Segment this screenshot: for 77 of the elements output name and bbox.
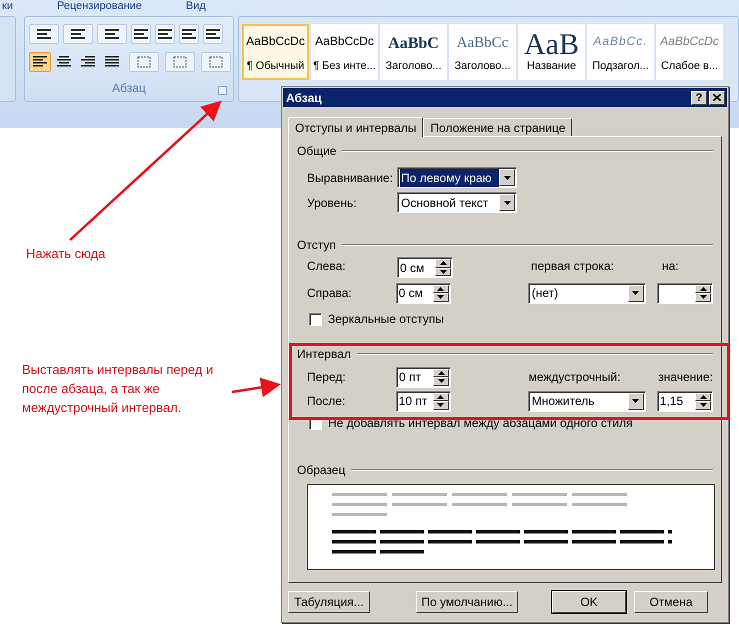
ribbon-tab[interactable]: Вид [186, 0, 206, 12]
field-label: значение: [658, 369, 713, 386]
field-label: первая строка: [531, 258, 615, 275]
style-item[interactable]: AaBbCcDc ¶ Без инте... [311, 24, 378, 80]
field-label: После: [307, 393, 346, 410]
spin-arrows-icon [433, 368, 450, 386]
help-button[interactable]: ? [691, 90, 707, 104]
style-name: Подзагол... [592, 58, 649, 74]
style-preview: AaBbCcDc [660, 33, 719, 50]
dialog-button[interactable]: Отмена [634, 591, 708, 613]
style-name: Название [526, 59, 576, 74]
style-item[interactable]: AaBbCcDc Слабое в... [656, 24, 723, 80]
dropdown[interactable]: (нет) [528, 282, 646, 304]
spin-field[interactable]: 0 пт [396, 366, 452, 388]
style-name: Заголово... [454, 58, 511, 74]
annotation-text: Нажать сюда [26, 245, 106, 263]
field-label: Перед: [307, 369, 347, 386]
dropdown[interactable]: Множитель [528, 390, 646, 412]
tab[interactable]: Положение на странице [423, 118, 572, 136]
close-button[interactable] [709, 90, 725, 104]
spin-arrows-icon [432, 284, 449, 302]
spin-field[interactable]: 0 см [396, 282, 451, 304]
spin-field[interactable] [656, 282, 714, 304]
align-left-button[interactable] [29, 52, 51, 72]
section-heading: Интервал [297, 346, 351, 363]
spin-arrows-icon [695, 392, 712, 410]
style-item[interactable]: AaBbCc. Подзагол... [587, 24, 654, 80]
style-name: ¶ Без инте... [313, 58, 376, 74]
section-heading: Отступ [297, 237, 336, 254]
spin-arrows-icon [695, 284, 712, 302]
dropdown[interactable]: Основной текст [397, 192, 517, 213]
spin-field[interactable]: 1,15 [656, 390, 714, 412]
style-preview: AaBbCc [456, 34, 508, 53]
ribbon-tab[interactable]: Рецензирование [56, 0, 142, 12]
section-heading: Образец [297, 462, 346, 479]
field-label: на: [662, 258, 679, 275]
spin-field[interactable]: 10 пт [396, 390, 451, 412]
style-name: Заголово... [385, 58, 442, 74]
alignment-icon [105, 56, 119, 68]
tab[interactable]: Отступы и интервалы [288, 117, 424, 137]
alignment-icon [57, 56, 71, 68]
style-preview: AaBbCcDc [246, 33, 305, 50]
dialog-button[interactable]: По умолчанию... [416, 591, 518, 613]
field-label: Слева: [307, 258, 347, 275]
checkbox[interactable] [309, 312, 322, 326]
style-item[interactable]: AaB Название [518, 24, 585, 80]
style-item[interactable]: AaBbCcDc ¶ Обычный [242, 24, 309, 80]
spin-field[interactable]: 0 см [397, 257, 453, 278]
window-title: Абзац [286, 90, 322, 106]
close-icon [713, 94, 721, 101]
dropdown[interactable]: По левому краю [397, 167, 517, 188]
field-label: междустрочный: [528, 369, 622, 386]
field-label: Выравнивание: [307, 170, 394, 186]
field-label: Уровень: [307, 194, 358, 212]
alignment-icon [33, 56, 47, 68]
field-label: Справа: [307, 285, 353, 302]
ribbon-tab[interactable]: ки [2, 0, 13, 12]
checkbox-label: Зеркальные отступы [328, 311, 444, 328]
group-label: Абзац [112, 80, 146, 97]
annotation-text: Выставлять интервалы перед и после абзаца, а так же междустрочный интервал. [22, 361, 214, 417]
borders-icon[interactable] [201, 52, 231, 72]
style-item[interactable]: AaBbCc Заголово... [449, 24, 516, 80]
section-heading: Общие [297, 143, 336, 160]
alignment-icon [81, 56, 95, 68]
dialog-button[interactable]: OK [552, 591, 626, 613]
style-item[interactable]: AaBbC Заголово... [380, 24, 447, 80]
arrow [232, 377, 281, 398]
style-preview: AaBbCcDc [315, 33, 374, 50]
style-name: ¶ Обычный [246, 58, 304, 74]
list-icon[interactable] [29, 24, 59, 44]
style-name: Слабое в... [660, 58, 718, 74]
spin-arrows-icon [435, 259, 451, 276]
style-preview: AaBbC [388, 34, 439, 54]
style-preview: AaB [524, 32, 579, 58]
spin-arrows-icon [432, 392, 449, 410]
dialog-button[interactable]: Табуляция... [288, 591, 370, 613]
style-preview: AaBbCc. [593, 33, 648, 50]
